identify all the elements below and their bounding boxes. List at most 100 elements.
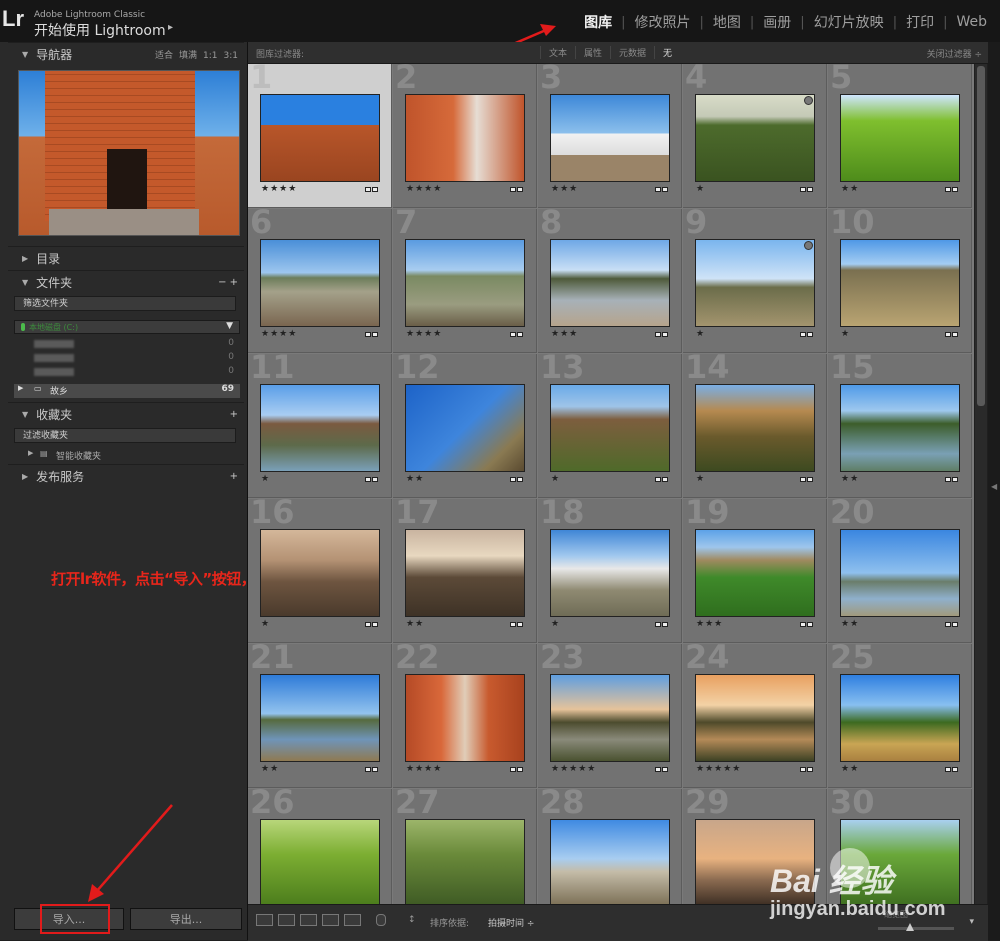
metadata-badge-icon[interactable] (944, 757, 958, 772)
grid-cell[interactable]: 24 ★★★★★ (683, 638, 827, 788)
grid-cell[interactable]: 20 ★★ (828, 493, 972, 643)
photo-thumbnail[interactable] (550, 529, 670, 617)
photo-thumbnail[interactable] (550, 674, 670, 762)
photo-thumbnail[interactable] (550, 384, 670, 472)
star-rating[interactable]: ★ (841, 329, 850, 339)
grid-cell[interactable]: 7 ★★★★ (393, 203, 537, 353)
photo-thumbnail[interactable] (260, 94, 380, 182)
grid-cell[interactable]: 13 ★ (538, 348, 682, 498)
photo-thumbnail[interactable] (260, 819, 380, 904)
photo-thumbnail[interactable] (840, 529, 960, 617)
loupe-view-icon[interactable] (278, 914, 295, 926)
grid-cell[interactable]: 2 ★★★★ (393, 64, 537, 208)
sort-direction-icon[interactable]: ↕ (408, 915, 416, 925)
grid-cell[interactable]: 12 ★★ (393, 348, 537, 498)
photo-thumbnail[interactable] (260, 239, 380, 327)
metadata-badge-icon[interactable] (654, 322, 668, 337)
metadata-badge-icon[interactable] (944, 612, 958, 627)
metadata-badge-icon[interactable] (799, 322, 813, 337)
photo-thumbnail[interactable] (695, 94, 815, 182)
star-rating[interactable]: ★★★★★ (696, 764, 741, 774)
photo-thumbnail[interactable] (405, 239, 525, 327)
metadata-badge-icon[interactable] (654, 757, 668, 772)
star-rating[interactable]: ★★ (841, 764, 859, 774)
grid-cell[interactable]: 23 ★★★★★ (538, 638, 682, 788)
grid-cell[interactable]: 4 ★ (683, 64, 827, 208)
scrollbar-thumb[interactable] (977, 66, 985, 406)
metadata-badge-icon[interactable] (364, 177, 378, 192)
metadata-badge-icon[interactable] (799, 467, 813, 482)
survey-view-icon[interactable] (322, 914, 339, 926)
grid-cell[interactable]: 18 ★ (538, 493, 682, 643)
metadata-badge-icon[interactable] (364, 612, 378, 627)
photo-thumbnail[interactable] (260, 529, 380, 617)
photo-thumbnail[interactable] (840, 384, 960, 472)
metadata-badge-icon[interactable] (799, 612, 813, 627)
metadata-badge-icon[interactable] (364, 467, 378, 482)
grid-cell[interactable]: 8 ★★★ (538, 203, 682, 353)
photo-thumbnail[interactable] (840, 239, 960, 327)
photo-thumbnail[interactable] (550, 239, 670, 327)
metadata-badge-icon[interactable] (509, 322, 523, 337)
metadata-badge-icon[interactable] (799, 177, 813, 192)
metadata-badge-icon[interactable] (509, 177, 523, 192)
grid-cell[interactable]: 15 ★★ (828, 348, 972, 498)
metadata-badge-icon[interactable] (944, 322, 958, 337)
star-rating[interactable]: ★ (261, 474, 270, 484)
grid-cell[interactable]: 16 ★ (248, 493, 392, 643)
star-rating[interactable]: ★★ (406, 619, 424, 629)
compare-view-icon[interactable] (300, 914, 317, 926)
metadata-badge-icon[interactable] (509, 612, 523, 627)
star-rating[interactable]: ★★★★ (406, 184, 442, 194)
right-panel-edge[interactable]: ◀ (988, 42, 1000, 940)
photo-thumbnail[interactable] (840, 674, 960, 762)
star-rating[interactable]: ★ (551, 474, 560, 484)
star-rating[interactable]: ★★★ (696, 619, 723, 629)
metadata-badge-icon[interactable] (509, 757, 523, 772)
star-rating[interactable]: ★★★ (551, 184, 578, 194)
star-rating[interactable]: ★★★★ (261, 184, 297, 194)
metadata-badge-icon[interactable] (944, 177, 958, 192)
grid-view-icon[interactable] (256, 914, 273, 926)
photo-thumbnail[interactable] (695, 384, 815, 472)
filter-tab[interactable]: 属性 (575, 46, 610, 59)
sort-select[interactable]: 拍摄时间 ÷ (488, 916, 534, 929)
photo-thumbnail[interactable] (840, 94, 960, 182)
metadata-badge-icon[interactable] (799, 757, 813, 772)
metadata-badge-icon[interactable] (364, 322, 378, 337)
star-rating[interactable]: ★ (551, 619, 560, 629)
grid-cell[interactable]: 27 (393, 783, 537, 904)
star-rating[interactable]: ★ (696, 474, 705, 484)
star-rating[interactable]: ★★★★ (406, 329, 442, 339)
star-rating[interactable]: ★★★★★ (551, 764, 596, 774)
metadata-badge-icon[interactable] (654, 612, 668, 627)
star-rating[interactable]: ★★ (261, 764, 279, 774)
photo-thumbnail[interactable] (695, 674, 815, 762)
grid-cell[interactable]: 14 ★ (683, 348, 827, 498)
grid-scrollbar[interactable] (975, 64, 987, 904)
grid-cell[interactable]: 11 ★ (248, 348, 392, 498)
grid-cell[interactable]: 5 ★★ (828, 64, 972, 208)
photo-thumbnail[interactable] (260, 674, 380, 762)
filter-tab[interactable]: 无 (654, 46, 680, 59)
star-rating[interactable]: ★ (261, 619, 270, 629)
metadata-badge-icon[interactable] (364, 757, 378, 772)
spray-can-icon[interactable] (376, 914, 386, 926)
grid-cell[interactable]: 28 (538, 783, 682, 904)
panel-toggle-icon[interactable]: ◀ (991, 482, 997, 491)
star-rating[interactable]: ★ (696, 184, 705, 194)
star-rating[interactable]: ★★★★ (406, 764, 442, 774)
photo-thumbnail[interactable] (260, 384, 380, 472)
grid-cell[interactable]: 9 ★ (683, 203, 827, 353)
grid-cell[interactable]: 1 ★★★★ (248, 64, 392, 208)
photo-thumbnail[interactable] (405, 529, 525, 617)
quick-collection-dot-icon[interactable] (804, 241, 813, 250)
photo-thumbnail[interactable] (405, 819, 525, 904)
photo-thumbnail[interactable] (550, 819, 670, 904)
photo-thumbnail[interactable] (695, 529, 815, 617)
metadata-badge-icon[interactable] (509, 467, 523, 482)
photo-thumbnail[interactable] (405, 674, 525, 762)
star-rating[interactable]: ★★ (841, 474, 859, 484)
grid-cell[interactable]: 21 ★★ (248, 638, 392, 788)
quick-collection-dot-icon[interactable] (804, 96, 813, 105)
